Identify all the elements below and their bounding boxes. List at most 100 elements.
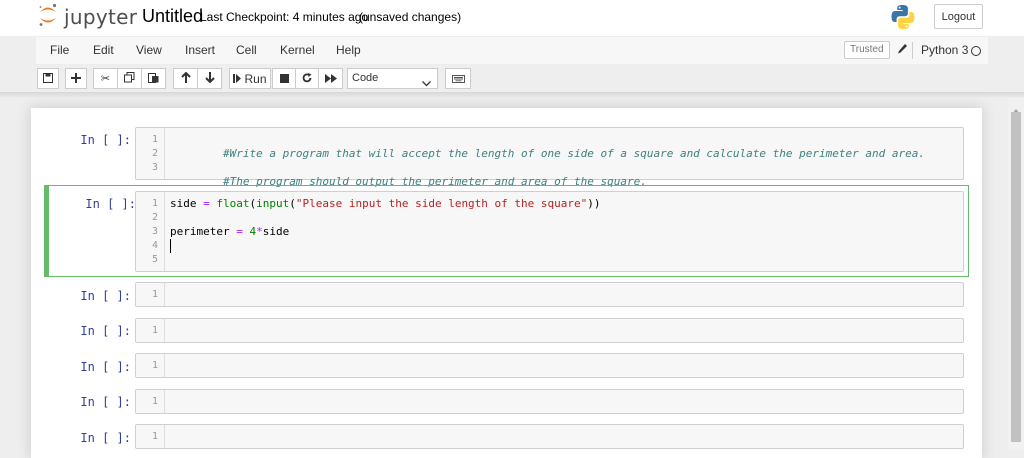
input-prompt: In [ ]: <box>85 197 136 211</box>
copy-button[interactable] <box>117 68 142 89</box>
code-token: #Write a program that will accept the le… <box>222 147 925 160</box>
cut-icon: ✂ <box>100 73 111 85</box>
input-prompt: In [ ]: <box>80 395 131 409</box>
cell-type-select[interactable]: Code <box>347 68 438 89</box>
run-icon <box>233 72 242 86</box>
line-number: 1 <box>151 289 158 300</box>
code-editor[interactable]: 1 2 3 4 5 side = float(input("Please inp… <box>135 191 964 272</box>
code-cell[interactable]: In [ ]: 1 <box>31 314 982 349</box>
python-logo-icon <box>890 4 916 35</box>
logout-button[interactable]: Logout <box>934 4 983 29</box>
input-prompt: In [ ]: <box>80 360 131 374</box>
code-editor[interactable]: 1 <box>135 389 964 414</box>
menu-cell[interactable]: Cell <box>236 37 257 64</box>
code-token: side <box>262 225 290 238</box>
plus-icon <box>71 72 81 86</box>
cell-type-value: Code <box>352 72 379 84</box>
code-cell[interactable]: In [ ]: 1 <box>31 278 982 313</box>
line-number: 2 <box>151 212 158 223</box>
move-up-button[interactable] <box>173 68 198 89</box>
restart-button[interactable] <box>295 68 319 89</box>
run-button[interactable]: Run <box>229 68 271 89</box>
scrollbar-thumb[interactable] <box>1011 112 1021 442</box>
code-token: perimeter <box>170 225 237 238</box>
jupyter-logo-icon <box>38 3 58 32</box>
code-editor[interactable]: 1 <box>135 282 964 307</box>
code-editor[interactable]: 1 2 3 #Write a program that will accept … <box>135 127 964 188</box>
code-editor[interactable]: 1 <box>135 318 964 343</box>
toolbar: ✂ Run Code <box>0 64 1024 92</box>
line-number-gutter: 1 <box>136 354 165 377</box>
insert-cell-button[interactable] <box>65 68 87 89</box>
trusted-indicator[interactable]: Trusted <box>844 41 890 59</box>
menu-view[interactable]: View <box>136 37 162 64</box>
code-line: side = float(input("Please input the sid… <box>170 197 601 211</box>
save-button[interactable] <box>37 68 59 89</box>
code-token: side <box>170 197 204 210</box>
text-cursor <box>170 239 171 253</box>
kernel-idle-icon <box>971 46 981 56</box>
command-palette-button[interactable] <box>445 68 471 89</box>
code-cell[interactable]: In [ ]: 1 2 3 #Write a program that will… <box>31 122 982 188</box>
menubar: File Edit View Insert Cell Kernel Help T… <box>36 37 988 64</box>
code-token: input <box>256 197 290 210</box>
line-number: 2 <box>151 148 158 159</box>
input-prompt: In [ ]: <box>80 324 131 338</box>
paste-icon <box>148 72 159 86</box>
paste-button[interactable] <box>141 68 166 89</box>
line-number: 4 <box>151 240 158 251</box>
code-token: "Please input the side length of the squ… <box>295 197 588 210</box>
code-cell-selected[interactable]: In [ ]: 1 2 3 4 5 side = float(input("Pl… <box>44 185 969 277</box>
header: jupyter Untitled Last Checkpoint: 4 minu… <box>0 0 1024 36</box>
code-cell[interactable]: In [ ]: 1 <box>31 349 982 384</box>
restart-run-all-button[interactable] <box>318 68 343 89</box>
interrupt-button[interactable] <box>272 68 296 89</box>
autosave-status: (unsaved changes) <box>359 10 462 24</box>
line-number: 1 <box>151 325 158 336</box>
code-token: = <box>203 197 210 210</box>
code-token: ( <box>289 197 296 210</box>
cut-button[interactable]: ✂ <box>93 68 118 89</box>
arrow-down-icon <box>204 71 215 86</box>
line-number: 3 <box>151 226 158 237</box>
jupyter-logo[interactable]: jupyter <box>38 3 138 32</box>
notebook-name[interactable]: Untitled <box>142 6 203 26</box>
copy-icon <box>124 71 135 86</box>
kernel-separator <box>912 42 913 59</box>
code-token: )) <box>587 197 601 210</box>
input-prompt: In [ ]: <box>80 289 131 303</box>
code-token: float <box>216 197 250 210</box>
code-editor[interactable]: 1 <box>135 424 964 449</box>
line-number-gutter: 1 <box>136 425 165 448</box>
menu-kernel[interactable]: Kernel <box>280 37 315 64</box>
line-number: 1 <box>151 360 158 371</box>
stop-icon <box>279 72 289 86</box>
input-prompt: In [ ]: <box>80 133 131 147</box>
code-editor[interactable]: 1 <box>135 353 964 378</box>
line-number: 5 <box>151 254 158 265</box>
line-number-gutter: 1 <box>136 319 165 342</box>
pencil-icon[interactable] <box>897 43 908 61</box>
kernel-name[interactable]: Python 3 <box>921 37 968 64</box>
menu-file[interactable]: File <box>50 37 69 64</box>
menu-help[interactable]: Help <box>336 37 361 64</box>
input-prompt: In [ ]: <box>80 431 131 445</box>
run-label: Run <box>244 71 267 86</box>
keyboard-icon <box>451 72 465 86</box>
move-down-button[interactable] <box>197 68 222 89</box>
line-number-gutter: 1 <box>136 390 165 413</box>
line-number-gutter: 1 <box>136 283 165 306</box>
code-token: = <box>236 225 243 238</box>
restart-icon <box>302 72 312 86</box>
line-number: 3 <box>151 162 158 173</box>
code-token: * <box>256 225 263 238</box>
checkpoint-status: Last Checkpoint: 4 minutes ago <box>200 10 369 24</box>
menu-insert[interactable]: Insert <box>185 37 215 64</box>
code-line: perimeter = 4*side <box>170 225 289 239</box>
jupyter-logo-text: jupyter <box>64 5 138 29</box>
line-number: 1 <box>151 198 158 209</box>
menu-edit[interactable]: Edit <box>93 37 114 64</box>
vertical-scrollbar[interactable] <box>1008 98 1024 450</box>
code-cell[interactable]: In [ ]: 1 <box>31 385 982 420</box>
line-number-gutter: 1 2 3 <box>136 128 165 179</box>
